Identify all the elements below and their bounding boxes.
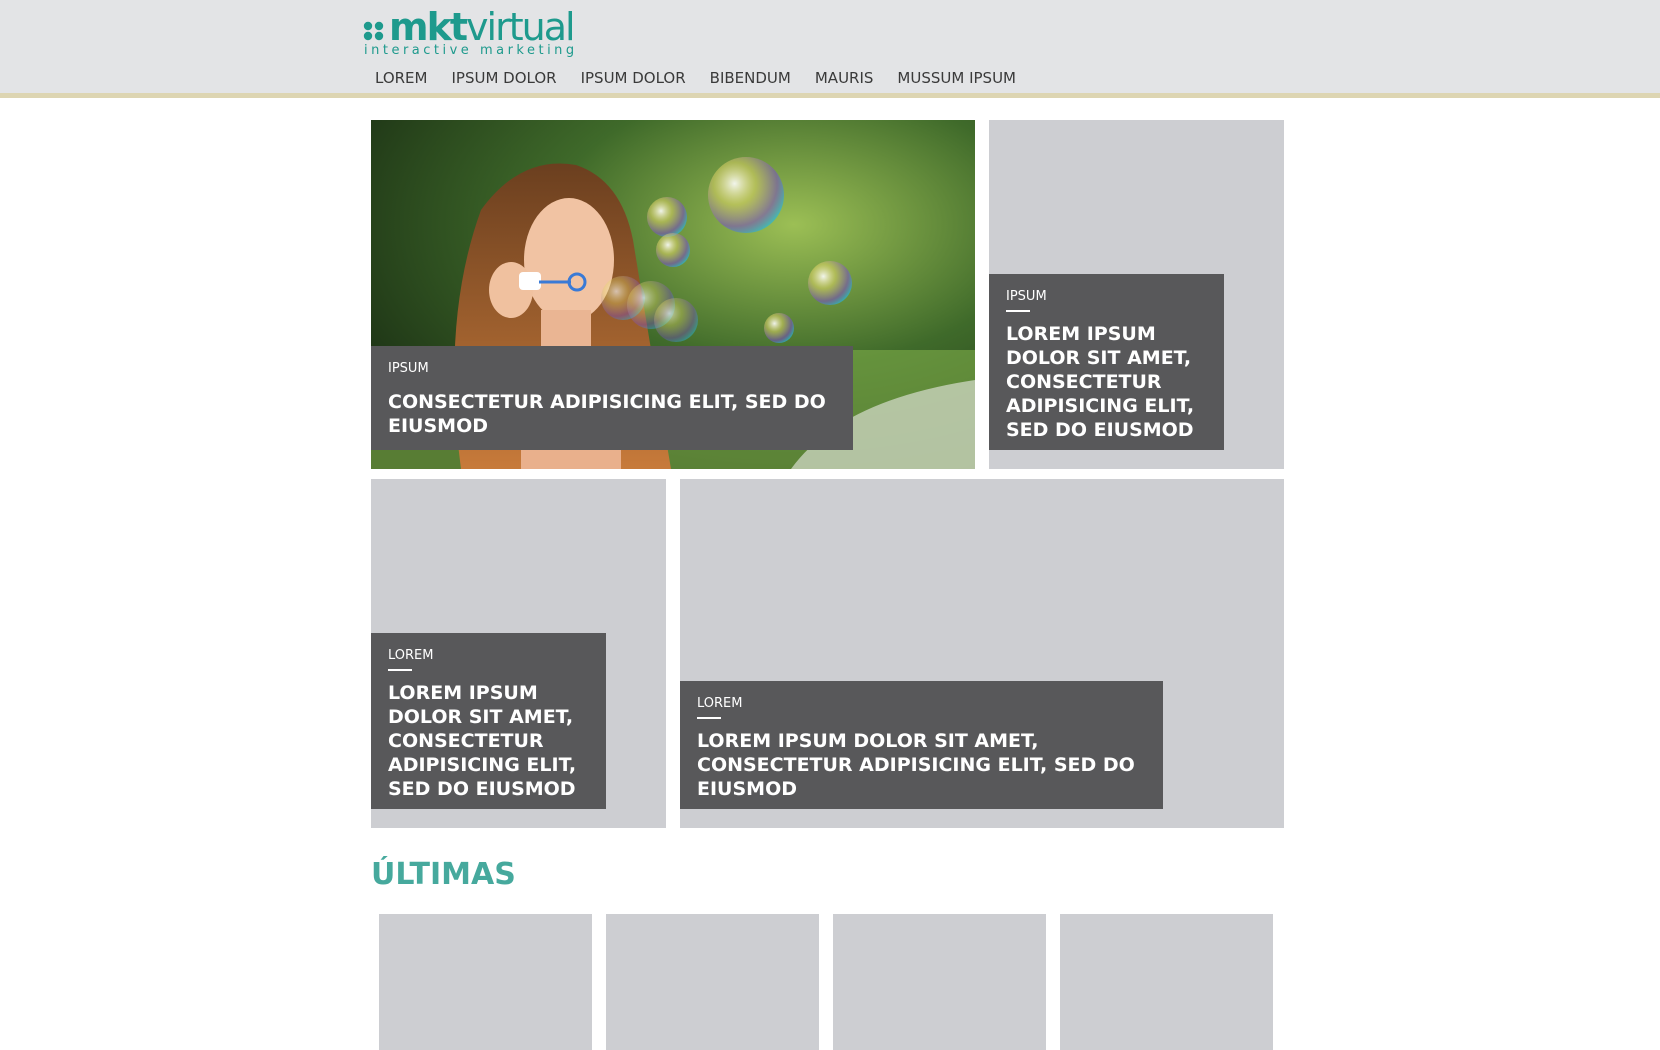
nav-item-ipsum-dolor-1[interactable]: IPSUM DOLOR [439, 66, 568, 90]
featured-tile-1[interactable]: IPSUM CONSECTETUR ADIPISICING ELIT, SED … [371, 120, 975, 469]
featured-title-2: LOREM IPSUM DOLOR SIT AMET, CONSECTETUR … [1006, 323, 1195, 441]
caption-divider [1006, 310, 1030, 312]
caption-divider [697, 717, 721, 719]
featured-category-1: IPSUM [388, 361, 429, 376]
brand-mark-icon [363, 21, 384, 41]
latest-card[interactable] [1060, 914, 1273, 1050]
featured-caption-2[interactable]: IPSUM LOREM IPSUM DOLOR SIT AMET, CONSEC… [989, 274, 1224, 450]
brand-logo[interactable]: mktvirtual interactive marketing [363, 7, 576, 61]
nav-item-mauris[interactable]: MAURIS [803, 66, 886, 90]
featured-caption-1[interactable]: IPSUM CONSECTETUR ADIPISICING ELIT, SED … [371, 346, 853, 450]
featured-title-4: LOREM IPSUM DOLOR SIT AMET, CONSECTETUR … [697, 730, 1135, 800]
brand-name: mktvirtual [389, 7, 576, 47]
latest-card[interactable] [606, 914, 819, 1050]
featured-tile-4[interactable]: LOREM LOREM IPSUM DOLOR SIT AMET, CONSEC… [680, 479, 1284, 828]
caption-divider [388, 669, 412, 671]
nav-item-ipsum-dolor-2[interactable]: IPSUM DOLOR [569, 66, 698, 90]
nav-item-mussum-ipsum[interactable]: MUSSUM IPSUM [885, 66, 1028, 90]
featured-caption-3[interactable]: LOREM LOREM IPSUM DOLOR SIT AMET, CONSEC… [371, 633, 606, 809]
nav-item-lorem[interactable]: LOREM [363, 66, 439, 90]
featured-tile-2[interactable]: IPSUM LOREM IPSUM DOLOR SIT AMET, CONSEC… [989, 120, 1284, 469]
featured-title-3: LOREM IPSUM DOLOR SIT AMET, CONSECTETUR … [388, 682, 577, 800]
latest-heading: ÚLTIMAS [371, 857, 516, 892]
featured-category-3: LOREM [388, 648, 434, 663]
featured-category-4: LOREM [697, 696, 743, 711]
nav-item-bibendum[interactable]: BIBENDUM [698, 66, 803, 90]
featured-caption-4[interactable]: LOREM LOREM IPSUM DOLOR SIT AMET, CONSEC… [680, 681, 1163, 809]
featured-title-1: CONSECTETUR ADIPISICING ELIT, SED DO EIU… [388, 391, 826, 437]
featured-category-2: IPSUM [1006, 289, 1047, 304]
main-nav: LOREM IPSUM DOLOR IPSUM DOLOR BIBENDUM M… [363, 66, 1028, 90]
site-header: mktvirtual interactive marketing LOREM I… [0, 0, 1660, 98]
brand-tagline: interactive marketing [364, 43, 578, 58]
latest-card[interactable] [833, 914, 1046, 1050]
latest-card[interactable] [379, 914, 592, 1050]
featured-tile-3[interactable]: LOREM LOREM IPSUM DOLOR SIT AMET, CONSEC… [371, 479, 666, 828]
